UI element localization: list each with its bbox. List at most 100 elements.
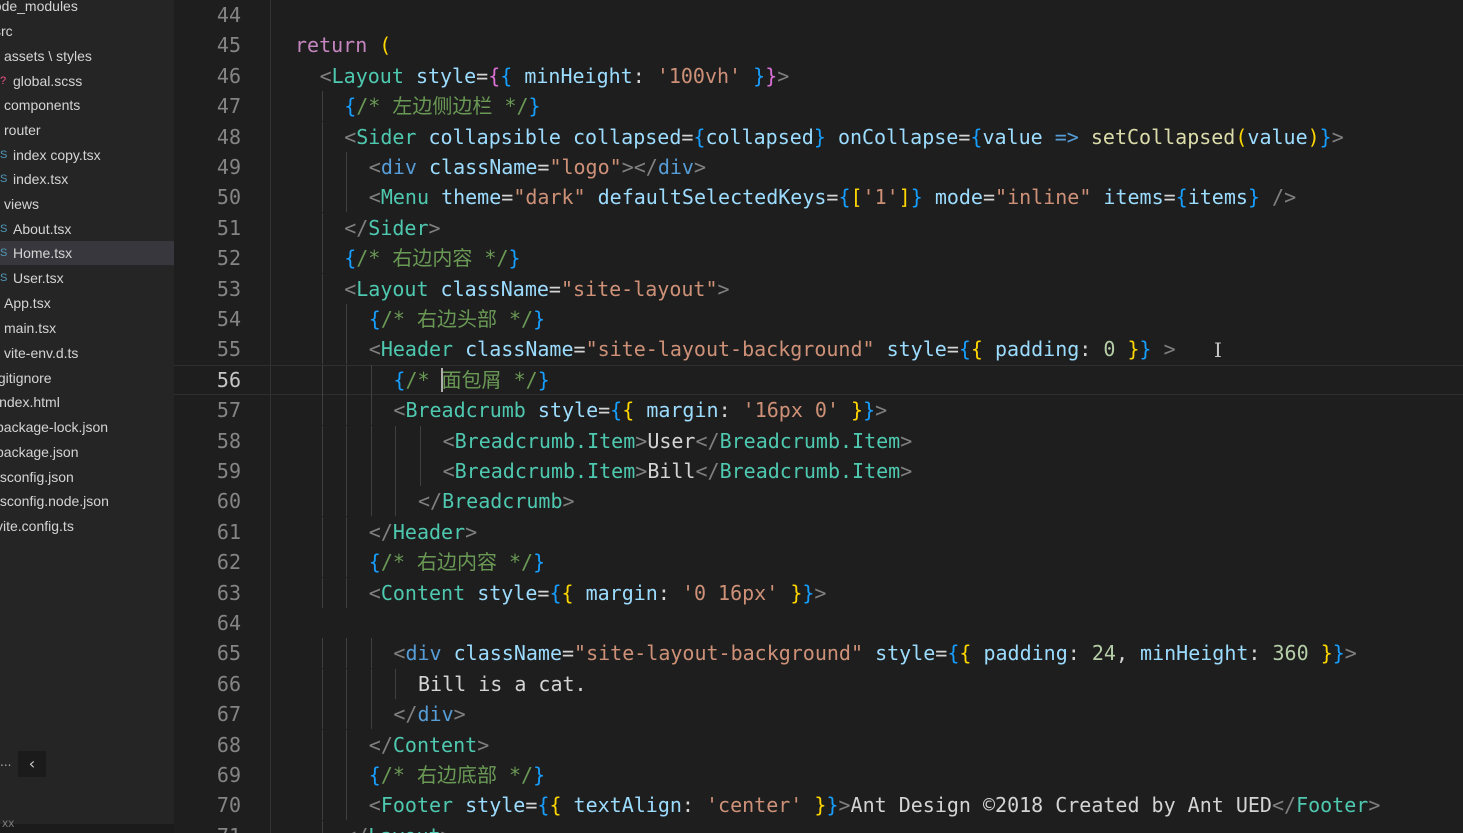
code-line[interactable]: 44 [174, 0, 1463, 30]
tree-item[interactable]: ? global.scss [0, 69, 174, 93]
code-token: , [1115, 641, 1141, 666]
indent-guide [395, 456, 397, 486]
mouse-ibeam-cursor-icon: I [1214, 338, 1222, 362]
collapse-panel-button[interactable]: ‹ [18, 751, 46, 777]
code-line[interactable]: 55 <Header className="site-layout-backgro… [174, 334, 1463, 365]
line-number: 55 [216, 337, 241, 362]
code-line[interactable]: 50 <Menu theme="dark" defaultSelectedKeys… [174, 182, 1463, 213]
indent-guide [321, 395, 323, 426]
code-token: "logo" [549, 155, 622, 179]
tree-item[interactable]: vite.config.ts [0, 514, 174, 538]
code-token: className [465, 337, 574, 362]
code-line[interactable]: 60 </Breadcrumb> [174, 486, 1463, 517]
code-line[interactable]: 62 {/* 右边内容 */} [174, 547, 1463, 578]
more-actions-icon[interactable]: ... [0, 751, 11, 773]
code-line[interactable]: 63 <Content style={{ margin: '0 16px' }}> [174, 577, 1463, 608]
code-line[interactable]: 64 [174, 608, 1463, 638]
code-token: = [681, 124, 694, 149]
tree-item[interactable]: Sindex copy.tsx [0, 143, 174, 167]
tree-item[interactable]: tsconfig.json [0, 465, 174, 489]
code-token: [ [850, 185, 863, 210]
code-token: collapsed [705, 124, 814, 149]
code-token: Sider [356, 124, 417, 149]
code-token: Breadcrumb.Item [454, 428, 636, 453]
code-line[interactable]: 65 <div className="site-layout-background… [174, 638, 1463, 669]
indent-guide [321, 577, 323, 608]
code-line[interactable]: 48 <Sider collapsible collapsed={collapse… [174, 121, 1463, 152]
code-token: = [537, 580, 550, 605]
line-number: 50 [216, 185, 241, 210]
code-line[interactable]: 53 <Layout className="site-layout"> [174, 273, 1463, 304]
tree-item[interactable]: router [0, 118, 174, 142]
code-token: </ [1271, 793, 1297, 818]
code-token: Header [380, 337, 454, 362]
code-token: < [442, 428, 455, 453]
tree-item[interactable]: S Home.tsx [0, 241, 174, 265]
indent-guide [321, 304, 323, 334]
code-line[interactable]: 51 </Sider> [174, 212, 1463, 243]
tree-item[interactable]: tsconfig.node.json [0, 489, 174, 513]
tree-item[interactable]: package-lock.json [0, 415, 174, 439]
code-line[interactable]: 68 </Content> [174, 729, 1463, 760]
tree-item[interactable]: Sindex.tsx [0, 167, 174, 191]
code-token: Menu [380, 185, 430, 210]
code-line[interactable]: 71 </Layout> [174, 820, 1463, 833]
code-line[interactable]: 58 <Breadcrumb.Item>User</Breadcrumb.Item… [174, 425, 1463, 456]
code-line[interactable]: 54 {/* 右边头部 */} [174, 304, 1463, 334]
tree-item[interactable]: S About.tsx [0, 217, 174, 241]
tree-item[interactable]: src [0, 19, 174, 43]
code-line[interactable]: 57 <Breadcrumb style={{ margin: '16px 0' … [174, 395, 1463, 426]
code-line[interactable]: 49 <div className="logo"></div> [174, 152, 1463, 182]
code-token: 24 [1091, 641, 1116, 666]
tree-item[interactable]: .gitignore [0, 366, 174, 390]
code-line[interactable]: 67 </div> [174, 699, 1463, 730]
code-line[interactable]: 61 </Header> [174, 516, 1463, 547]
indent-guide [346, 456, 348, 486]
line-number: 61 [216, 519, 241, 544]
code-token: } [533, 550, 546, 575]
tree-item[interactable]: package.json [0, 440, 174, 464]
tree-item[interactable]: vite-env.d.ts [0, 341, 174, 365]
code-line[interactable]: 69 {/* 右边底部 */} [174, 760, 1463, 790]
indent-guide [346, 729, 348, 760]
code-token: div [417, 702, 454, 727]
tree-item-label: Home.tsx [13, 245, 73, 261]
code-token: : [681, 793, 707, 818]
tree-item-label: tsconfig.node.json [0, 493, 109, 509]
indent-guide [321, 212, 323, 243]
code-line[interactable]: 45 return ( [174, 30, 1463, 60]
code-line[interactable]: 66 Bill is a cat. [174, 668, 1463, 699]
tree-item[interactable]: S User.tsx [0, 266, 174, 290]
tree-item[interactable]: main.tsx [0, 316, 174, 340]
tree-item[interactable]: assets \ styles [0, 44, 174, 68]
code-text: <Layout className="site-layout"> [344, 274, 729, 304]
tree-item[interactable]: App.tsx [0, 291, 174, 315]
code-line[interactable]: 46 <Layout style={{ minHeight: '100vh' }}… [174, 61, 1463, 91]
code-line[interactable]: 59 <Breadcrumb.Item>Bill</Breadcrumb.Item… [174, 456, 1463, 486]
code-token: Breadcrumb.Item [454, 459, 636, 483]
code-editor[interactable]: 44 45 return (46 <Layout style={{ minHeight… [174, 0, 1463, 833]
code-token: </ [418, 489, 443, 514]
tree-item[interactable]: node_modules [0, 0, 174, 18]
code-text: {/* 右边底部 */} [369, 760, 545, 790]
indent-guide [370, 638, 372, 669]
code-line[interactable]: 56 {/* 面包屑 */} [174, 364, 1463, 395]
status-label: XX [2, 820, 15, 830]
tree-item[interactable]: components [0, 93, 174, 117]
tree-item[interactable]: views [0, 192, 174, 216]
code-line[interactable]: 47 {/* 左边侧边栏 */} [174, 91, 1463, 122]
code-token: } [533, 307, 546, 331]
tree-item[interactable]: index.html [0, 390, 174, 414]
code-line[interactable]: 52 {/* 右边内容 */} [174, 243, 1463, 274]
code-line[interactable]: 70 <Footer style={{ textAlign: 'center' }… [174, 790, 1463, 821]
code-token: < [393, 398, 406, 423]
code-token: { [838, 185, 851, 210]
code-token: </ [393, 702, 418, 727]
indent-guide [346, 152, 348, 182]
code-token: Footer [380, 793, 454, 818]
code-token: items [1187, 185, 1248, 210]
